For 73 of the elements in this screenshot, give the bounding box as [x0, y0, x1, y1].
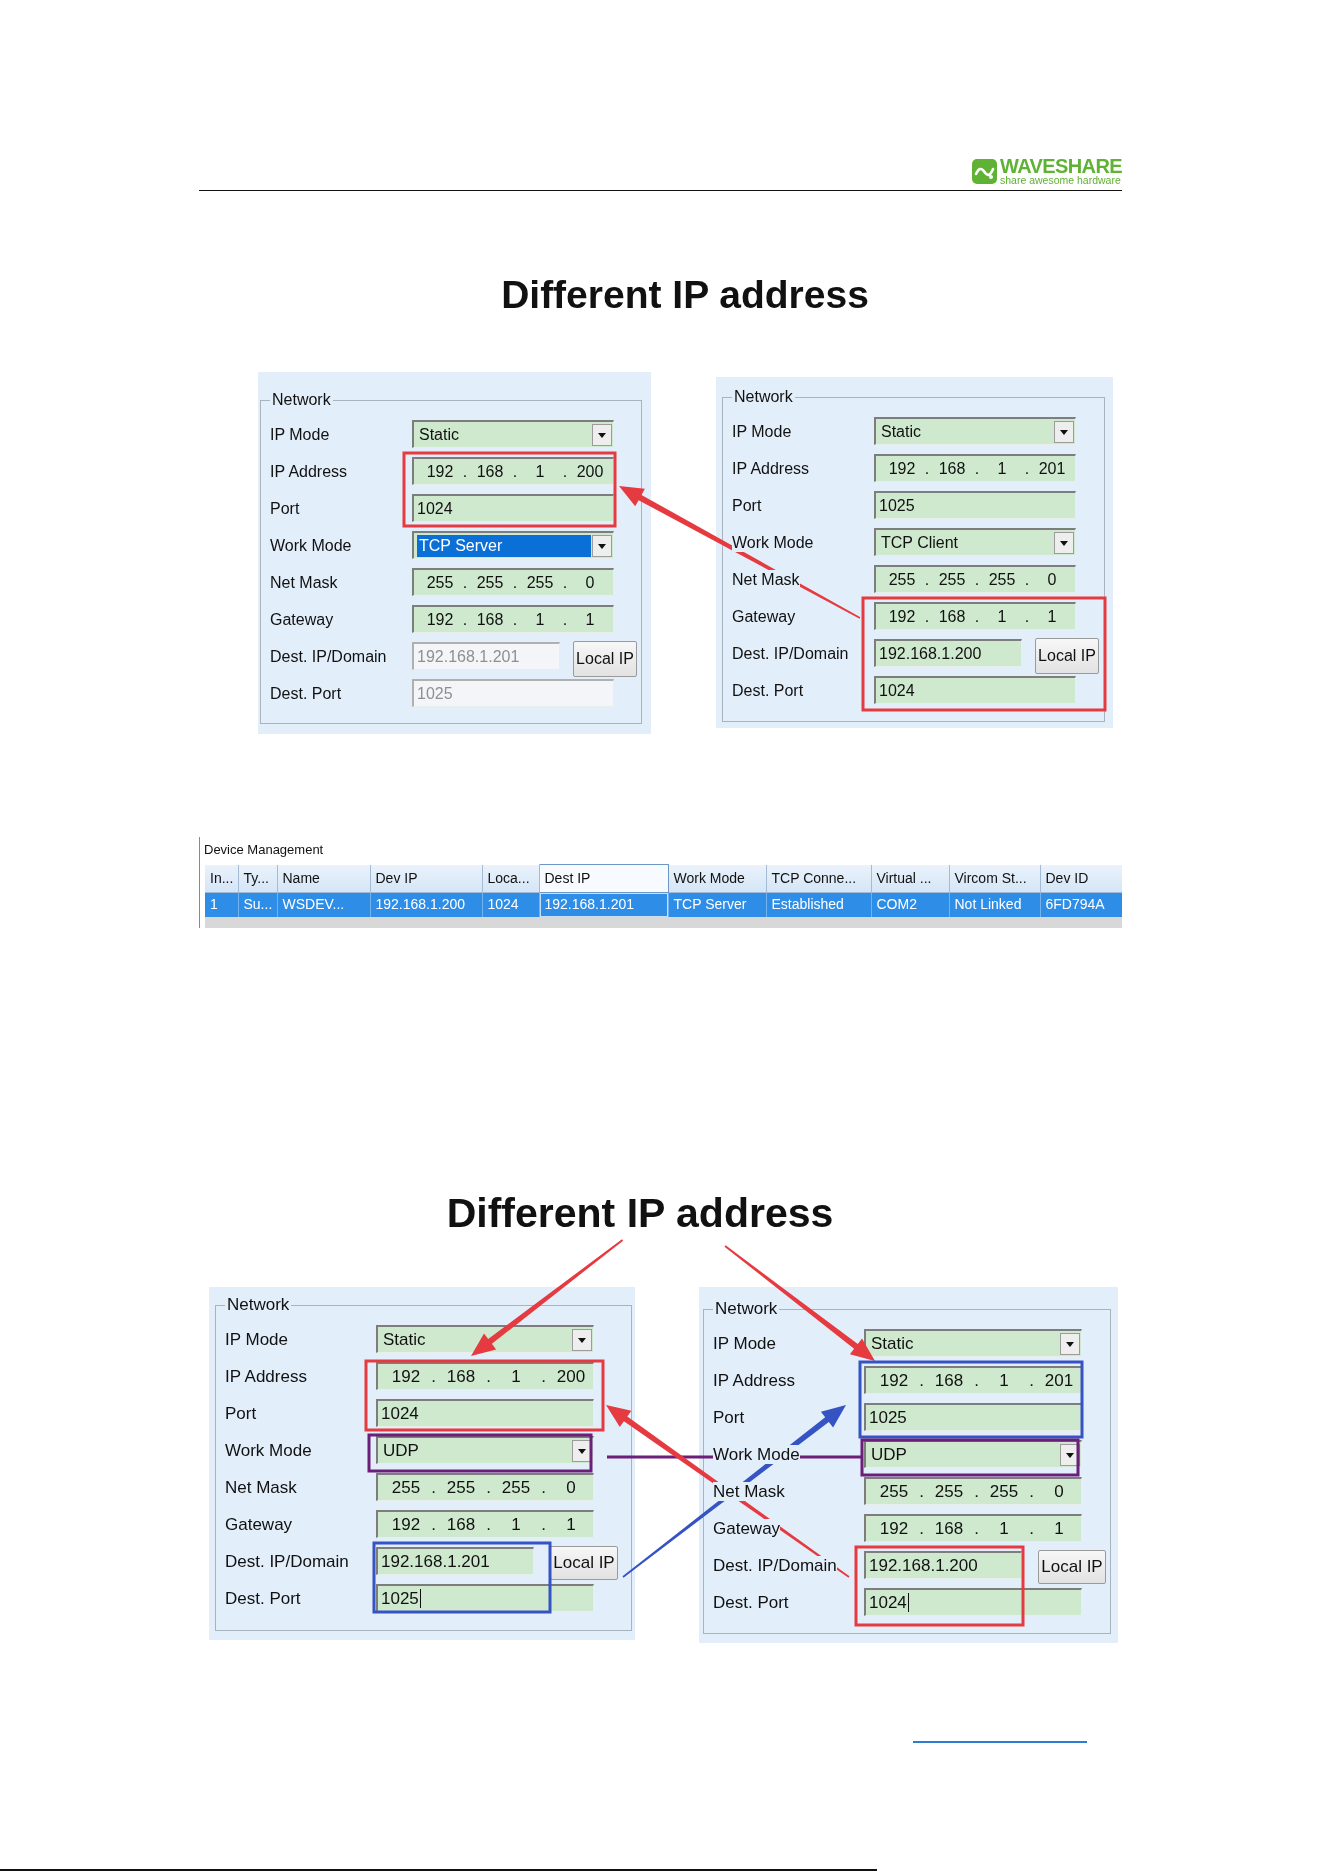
local-ip-button[interactable]: Local IP	[1035, 638, 1099, 674]
logo-icon	[971, 159, 997, 184]
table-cell: Not Linked	[949, 892, 1040, 917]
local-ip-button[interactable]: Local IP	[550, 1546, 618, 1580]
column-header[interactable]: Dest IP	[539, 864, 668, 893]
ip-field[interactable]: 255 . 255 . 255 . 0	[874, 565, 1076, 593]
input-field[interactable]: 1024	[376, 1399, 594, 1427]
table-cell: WSDEV...	[277, 892, 370, 917]
caret-down-icon[interactable]	[1054, 420, 1074, 443]
field-label: Net Mask	[713, 1481, 785, 1501]
table-cell: 1	[205, 892, 238, 917]
field-label: Gateway	[713, 1518, 781, 1538]
input-field[interactable]: 1025	[874, 491, 1076, 519]
column-header[interactable]: Dev IP	[370, 864, 482, 893]
column-header[interactable]: Virtual ...	[871, 864, 949, 893]
input-field[interactable]: 1024	[874, 676, 1076, 704]
ip-field[interactable]: 192 . 168 . 1 . 200	[376, 1362, 594, 1390]
ip-field[interactable]: 192 . 168 . 1 . 201	[874, 454, 1076, 482]
dropdown-field[interactable]: Static	[376, 1325, 594, 1353]
input-field[interactable]: 192.168.1.201	[376, 1547, 534, 1575]
ip-field[interactable]: 192 . 168 . 1 . 200	[412, 457, 614, 485]
ip-field[interactable]: 192 . 168 . 1 . 1	[864, 1514, 1082, 1542]
table-cell: Established	[766, 892, 871, 917]
caret-down-icon[interactable]	[1060, 1332, 1080, 1355]
ip-field[interactable]: 192 . 168 . 1 . 1	[874, 602, 1076, 630]
field-label: Net Mask	[732, 569, 800, 589]
ip-field[interactable]: 192 . 168 . 1 . 201	[864, 1366, 1082, 1394]
figure-title: Different IP address	[446, 1189, 834, 1238]
caret-down-icon[interactable]	[572, 1439, 592, 1462]
ip-field[interactable]: 192 . 168 . 1 . 1	[412, 605, 614, 633]
column-header[interactable]: Name	[277, 864, 370, 893]
dropdown-field[interactable]: Static	[864, 1329, 1082, 1357]
column-header[interactable]: Ty...	[238, 864, 277, 893]
table-cell: Su...	[238, 892, 277, 917]
table-cell: 192.168.1.201	[539, 892, 668, 917]
dropdown-field[interactable]: Static	[874, 417, 1076, 445]
ip-field[interactable]: 255 . 255 . 255 . 0	[376, 1473, 594, 1501]
dropdown-field[interactable]: TCP Client	[874, 528, 1076, 556]
table-cell: 6FD794A	[1040, 892, 1122, 917]
dropdown-field[interactable]: TCP Server	[412, 531, 614, 559]
table-cell: 192.168.1.200	[370, 892, 482, 917]
field-label: Work Mode	[713, 1444, 800, 1464]
brand-tagline: share awesome hardware	[999, 175, 1122, 186]
input-field[interactable]: 192.168.1.200	[864, 1551, 1022, 1579]
brand-name: WAVESHARE	[999, 157, 1122, 175]
ip-field[interactable]: 255 . 255 . 255 . 0	[864, 1477, 1082, 1505]
section-title: Device Management	[204, 842, 324, 857]
column-header[interactable]: TCP Conne...	[766, 864, 871, 893]
input-field[interactable]: 1024	[864, 1588, 1082, 1616]
caret-down-icon[interactable]	[1060, 1443, 1080, 1466]
caret-down-icon[interactable]	[572, 1328, 592, 1351]
ip-field[interactable]: 255 . 255 . 255 . 0	[412, 568, 614, 596]
input-field[interactable]: 192.168.1.200	[874, 639, 1022, 667]
column-header[interactable]: Loca...	[482, 864, 539, 893]
caret-down-icon[interactable]	[1054, 531, 1074, 554]
input-field[interactable]: 1024	[412, 494, 614, 522]
table-cell: TCP Server	[668, 892, 766, 917]
input-field[interactable]: 1025	[864, 1403, 1082, 1431]
table-cell: COM2	[871, 892, 949, 917]
figure-title: Different IP address	[501, 272, 869, 318]
local-ip-button[interactable]: Local IP	[1038, 1550, 1106, 1584]
column-header[interactable]: Vircom St...	[949, 864, 1040, 893]
input-field[interactable]: 1025	[376, 1584, 594, 1612]
column-header[interactable]: Work Mode	[668, 864, 766, 893]
table-cell: 1024	[482, 892, 539, 917]
dropdown-field[interactable]: Static	[412, 420, 614, 448]
ip-field[interactable]: 192 . 168 . 1 . 1	[376, 1510, 594, 1538]
caret-down-icon[interactable]	[592, 423, 612, 446]
column-header[interactable]: Dev ID	[1040, 864, 1122, 893]
dropdown-field[interactable]: UDP	[864, 1440, 1082, 1468]
caret-down-icon[interactable]	[592, 534, 612, 557]
dropdown-field[interactable]: UDP	[376, 1436, 594, 1464]
column-header[interactable]: In...	[205, 864, 238, 893]
